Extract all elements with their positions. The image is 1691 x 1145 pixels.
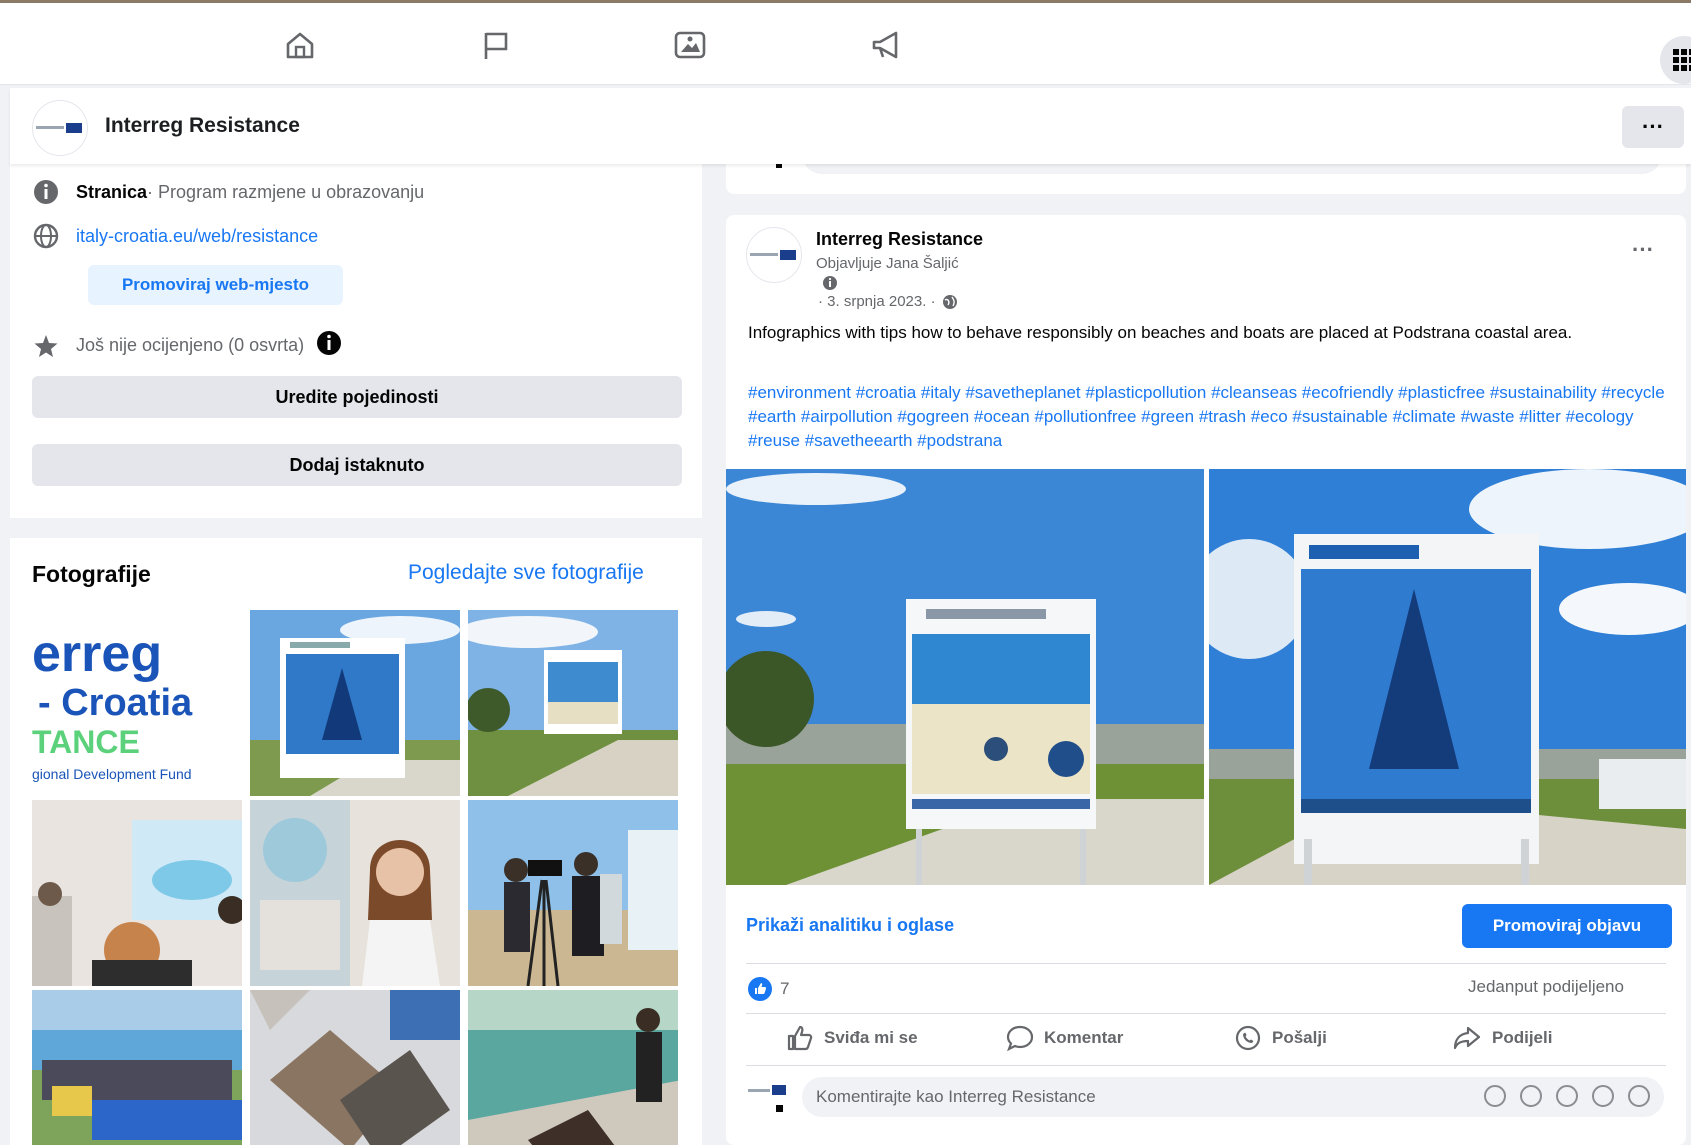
promote-website-button[interactable]: Promoviraj web-mjesto xyxy=(88,265,343,305)
comment-tools xyxy=(1484,1085,1650,1107)
post-author-name[interactable]: Interreg Resistance xyxy=(816,229,983,250)
page-avatar[interactable] xyxy=(32,100,88,156)
nav-pages[interactable] xyxy=(466,21,526,69)
photo-tile-debris[interactable] xyxy=(250,990,460,1145)
post-card: Interreg Resistance Objavljuje Jana Šalj… xyxy=(726,215,1686,1145)
logo-text-1: erreg xyxy=(32,625,163,683)
photo-tile-group[interactable] xyxy=(32,990,242,1145)
post-photo-left[interactable] xyxy=(726,469,1204,885)
reactions-summary[interactable]: 7 xyxy=(748,977,789,1001)
flag-icon xyxy=(484,32,508,59)
post-date[interactable]: · 3. srpnja 2023. · xyxy=(818,293,936,310)
thumbs-up-icon xyxy=(787,1025,813,1051)
send-button[interactable]: Pošalji xyxy=(1234,1025,1327,1051)
post-hashtags[interactable]: #environment #croatia #italy #savethepla… xyxy=(748,381,1673,453)
page-name[interactable]: Interreg Resistance xyxy=(105,114,300,138)
photo-tile-beach-sign[interactable] xyxy=(468,610,678,796)
intro-card: Stranica · Program razmjene u obrazovanj… xyxy=(10,150,702,518)
share-button[interactable]: Podijeli xyxy=(1452,1025,1552,1051)
share-count[interactable]: Jedanput podijeljeno xyxy=(1468,977,1624,997)
comment-button[interactable]: Komentar xyxy=(1006,1025,1123,1051)
nav-home[interactable] xyxy=(270,21,330,69)
post-date-row: · 3. srpnja 2023. · xyxy=(818,293,958,310)
post-text: Infographics with tips how to behave res… xyxy=(748,323,1573,342)
category-value: · Program razmjene u obrazovanju xyxy=(147,181,425,202)
globe-icon xyxy=(942,294,957,309)
commenter-avatar[interactable] xyxy=(746,1075,792,1119)
photos-card: Fotografije Pogledajte sve fotografije e… xyxy=(10,538,702,1145)
photo-tile-camera-crew[interactable] xyxy=(468,800,678,986)
category-row: Stranica · Program razmjene u obrazovanj… xyxy=(32,178,424,206)
nav-watch[interactable] xyxy=(660,21,720,69)
like-label: Sviđa mi se xyxy=(824,1028,918,1047)
globe-icon xyxy=(32,222,60,250)
like-button[interactable]: Sviđa mi se xyxy=(786,1025,918,1051)
logo-text-4: gional Development Fund xyxy=(32,766,192,782)
video-icon xyxy=(674,31,706,59)
share-label: Podijeli xyxy=(1492,1028,1553,1047)
post-published-by[interactable]: Objavljuje Jana Šaljić xyxy=(816,255,959,272)
divider-bottom xyxy=(746,1065,1666,1066)
photo-tile-woman[interactable] xyxy=(250,800,460,986)
promote-post-button[interactable]: Promoviraj objavu xyxy=(1462,904,1672,948)
photo-tile-shore[interactable] xyxy=(468,990,678,1145)
megaphone-icon xyxy=(872,31,898,59)
category-label: Stranica xyxy=(76,181,148,202)
divider-mid xyxy=(746,1013,1666,1014)
comment-input[interactable]: Komentirajte kao Interreg Resistance xyxy=(802,1077,1664,1117)
post-author-avatar[interactable] xyxy=(746,227,802,283)
info-icon xyxy=(32,178,60,206)
send-label: Pošalji xyxy=(1272,1028,1327,1047)
post-photo-right[interactable] xyxy=(1209,469,1686,885)
rating-info-icon[interactable] xyxy=(316,330,342,361)
rating-text: Još nije ocijenjeno (0 osvrta) xyxy=(76,335,305,355)
like-reaction-icon xyxy=(748,977,772,1001)
menu-grid-button[interactable] xyxy=(1660,36,1691,84)
comment-label: Komentar xyxy=(1044,1028,1124,1047)
post-more-button[interactable]: ··· xyxy=(1632,237,1654,263)
logo-text-2: - Croatia xyxy=(38,682,193,724)
star-icon xyxy=(32,332,60,360)
analytics-link[interactable]: Prikaži analitiku i oglase xyxy=(746,915,954,936)
photos-title: Fotografije xyxy=(32,561,151,587)
grid-icon xyxy=(1673,49,1691,71)
share-icon xyxy=(1453,1026,1481,1050)
comment-placeholder: Komentirajte kao Interreg Resistance xyxy=(816,1087,1096,1106)
camera-icon[interactable] xyxy=(1556,1085,1578,1107)
whatsapp-icon xyxy=(1235,1025,1261,1051)
website-link[interactable]: italy-croatia.eu/web/resistance xyxy=(76,226,318,247)
photo-tile-sailboat-sign[interactable] xyxy=(250,610,460,796)
photo-tile-presentation[interactable] xyxy=(32,800,242,986)
avatar-sticker-icon[interactable] xyxy=(1484,1085,1506,1107)
reaction-count: 7 xyxy=(780,979,790,998)
divider-top xyxy=(746,963,1666,964)
nav-ads[interactable] xyxy=(856,21,916,69)
see-all-photos-link[interactable]: Pogledajte sve fotografije xyxy=(408,561,644,585)
emoji-icon[interactable] xyxy=(1520,1085,1542,1107)
rating-row: Još nije ocijenjeno (0 osvrta) xyxy=(32,330,342,361)
edit-details-button[interactable]: Uredite pojedinosti xyxy=(32,376,682,418)
page-more-button[interactable]: ··· xyxy=(1622,106,1684,148)
logo-text-3: TANCE xyxy=(32,724,140,760)
page-header-bar: Interreg Resistance ··· xyxy=(10,88,1691,164)
top-navbar xyxy=(0,3,1691,85)
interreg-logo-icon xyxy=(750,250,796,260)
comment-row: Komentirajte kao Interreg Resistance xyxy=(746,1075,1666,1119)
gif-icon[interactable] xyxy=(1592,1085,1614,1107)
sticker-icon[interactable] xyxy=(1628,1085,1650,1107)
home-icon xyxy=(286,32,314,59)
comment-icon xyxy=(1006,1025,1034,1051)
interreg-logo-icon xyxy=(36,123,82,133)
website-row: italy-croatia.eu/web/resistance xyxy=(32,222,318,250)
photo-tile-logo[interactable]: erreg - Croatia TANCE gional Development… xyxy=(32,610,242,796)
add-featured-button[interactable]: Dodaj istaknuto xyxy=(32,444,682,486)
